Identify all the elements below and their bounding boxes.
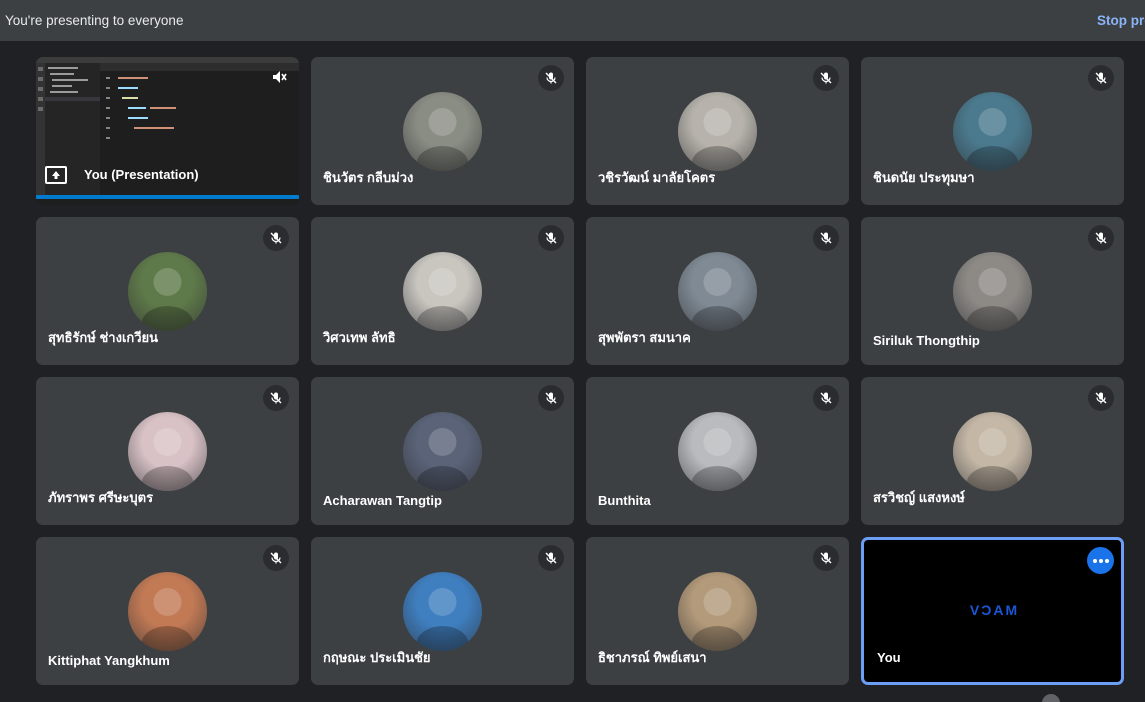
avatar [128, 572, 207, 651]
participant-name: สุพพัตรา สมนาค [598, 330, 691, 345]
participant-tile[interactable]: Siriluk Thongthip [861, 217, 1124, 365]
avatar [128, 252, 207, 331]
participant-tile[interactable]: ภัทราพร ศรีษะบุตร [36, 377, 299, 525]
speaker-muted-icon [271, 69, 287, 90]
presentation-tile[interactable]: You (Presentation) [36, 57, 299, 205]
avatar [403, 252, 482, 331]
participant-tile[interactable]: วิศวเทพ ลัทธิ [311, 217, 574, 365]
participant-name: Siriluk Thongthip [873, 333, 980, 348]
overflow-indicator [1042, 694, 1060, 702]
avatar [678, 412, 757, 491]
participant-name: ชินดนัย ประทุมษา [873, 170, 975, 185]
more-options-icon[interactable] [1087, 547, 1114, 574]
mic-off-icon [538, 225, 564, 251]
presenting-banner: You're presenting to everyone Stop pre [0, 0, 1145, 41]
participant-name: ภัทราพร ศรีษะบุตร [48, 490, 154, 505]
participant-tile[interactable]: Kittiphat Yangkhum [36, 537, 299, 685]
avatar [678, 572, 757, 651]
camera-brand-text: MACV [967, 602, 1018, 618]
presentation-label: You (Presentation) [84, 167, 199, 182]
mic-off-icon [263, 225, 289, 251]
avatar [403, 412, 482, 491]
stop-presenting-button[interactable]: Stop pre [1097, 13, 1145, 28]
avatar [678, 92, 757, 171]
avatar [403, 92, 482, 171]
participant-name: สรวิชญ์ แสงหงษ์ [873, 490, 965, 505]
avatar [128, 412, 207, 491]
participant-tile[interactable]: สุทธิรักษ์ ช่างเกวียน [36, 217, 299, 365]
participant-tile[interactable]: ชินดนัย ประทุมษา [861, 57, 1124, 205]
participant-tile[interactable]: สรวิชญ์ แสงหงษ์ [861, 377, 1124, 525]
mic-off-icon [1088, 225, 1114, 251]
avatar [678, 252, 757, 331]
avatar [403, 572, 482, 651]
avatar [953, 412, 1032, 491]
presentation-screen-preview [36, 57, 299, 205]
participant-name: สุทธิรักษ์ ช่างเกวียน [48, 330, 159, 345]
participant-tile[interactable]: วชิรวัฒน์ มาลัยโคตร [586, 57, 849, 205]
participant-name: ธิชาภรณ์ ทิพย์เสนา [598, 650, 707, 665]
mic-off-icon [263, 545, 289, 571]
participant-tile[interactable]: ธิชาภรณ์ ทิพย์เสนา [586, 537, 849, 685]
mic-off-icon [1088, 385, 1114, 411]
participant-tile[interactable]: Bunthita [586, 377, 849, 525]
present-icon [45, 166, 67, 184]
mic-off-icon [1088, 65, 1114, 91]
participant-name: วชิรวัฒน์ มาลัยโคตร [598, 170, 716, 185]
self-name: You [877, 650, 901, 665]
mic-off-icon [813, 545, 839, 571]
mic-off-icon [813, 225, 839, 251]
participant-name: Bunthita [598, 493, 651, 508]
participant-name: Kittiphat Yangkhum [48, 653, 170, 668]
participant-tile[interactable]: ชินวัตร กลีบม่วง [311, 57, 574, 205]
participant-name: วิศวเทพ ลัทธิ [323, 330, 396, 345]
participant-name: กฤษณะ ประเมินชัย [323, 650, 431, 665]
mic-off-icon [813, 385, 839, 411]
mic-off-icon [538, 545, 564, 571]
participant-tile[interactable]: กฤษณะ ประเมินชัย [311, 537, 574, 685]
avatar [953, 252, 1032, 331]
mic-off-icon [263, 385, 289, 411]
self-tile[interactable]: MACV You [861, 537, 1124, 685]
avatar [953, 92, 1032, 171]
participant-name: ชินวัตร กลีบม่วง [323, 170, 414, 185]
mic-off-icon [538, 65, 564, 91]
participant-tile[interactable]: Acharawan Tangtip [311, 377, 574, 525]
participant-tile[interactable]: สุพพัตรา สมนาค [586, 217, 849, 365]
participant-name: Acharawan Tangtip [323, 493, 442, 508]
presenting-message: You're presenting to everyone [5, 13, 184, 28]
mic-off-icon [813, 65, 839, 91]
mic-off-icon [538, 385, 564, 411]
